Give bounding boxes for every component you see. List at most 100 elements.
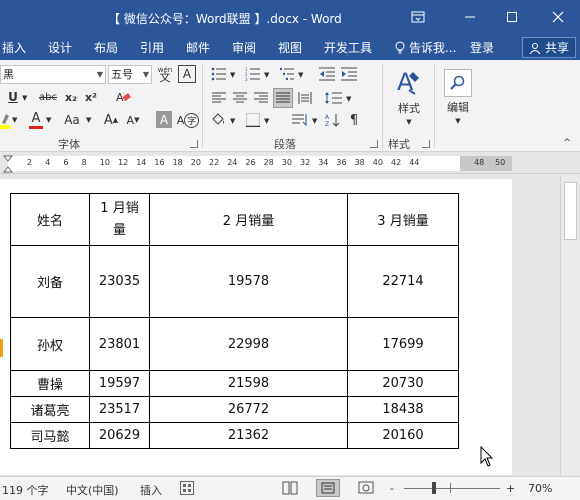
table-cell[interactable]: 21362 bbox=[149, 422, 348, 449]
collapse-ribbon-icon[interactable]: ^ bbox=[560, 138, 574, 148]
web-layout-icon[interactable] bbox=[358, 481, 374, 498]
align-left-icon[interactable] bbox=[210, 89, 228, 107]
decrease-indent-icon[interactable] bbox=[318, 65, 336, 83]
close-icon[interactable] bbox=[540, 0, 576, 34]
table-cell[interactable]: 22998 bbox=[149, 317, 348, 371]
tab-review[interactable]: 审阅 bbox=[232, 39, 256, 56]
document-page[interactable]: 姓名 1 月销量 2 月销量 3 月销量 刘备 23035 19578 2271… bbox=[0, 179, 512, 475]
ribbon-display-icon[interactable] bbox=[400, 0, 436, 34]
zoom-in-button[interactable]: + bbox=[506, 482, 515, 495]
chevron-down-icon[interactable]: ▼ bbox=[346, 95, 351, 103]
table-header-cell[interactable]: 姓名 bbox=[10, 193, 90, 246]
table-cell[interactable]: 诸葛亮 bbox=[10, 396, 90, 423]
highlight-icon[interactable] bbox=[0, 110, 10, 130]
char-shading-button[interactable]: A bbox=[156, 111, 172, 128]
sales-table[interactable]: 姓名 1 月销量 2 月销量 3 月销量 刘备 23035 19578 2271… bbox=[10, 193, 459, 449]
table-cell[interactable]: 20730 bbox=[347, 370, 459, 397]
styles-button[interactable]: A 样式 ▼ bbox=[388, 64, 430, 130]
tab-references[interactable]: 引用 bbox=[140, 39, 164, 56]
strikethrough-button[interactable]: abc bbox=[36, 88, 60, 106]
chevron-down-icon[interactable]: ▼ bbox=[46, 116, 51, 124]
table-cell[interactable]: 19597 bbox=[89, 370, 150, 397]
clear-formatting-icon[interactable]: A bbox=[114, 88, 132, 106]
font-name-combo[interactable]: 黑 ▼ bbox=[0, 65, 106, 84]
zoom-slider-track[interactable] bbox=[404, 488, 500, 489]
vertical-scrollbar[interactable] bbox=[560, 175, 580, 475]
increase-indent-icon[interactable] bbox=[340, 65, 358, 83]
chinese-layout-icon[interactable] bbox=[290, 111, 310, 129]
align-center-icon[interactable] bbox=[231, 89, 249, 107]
table-cell[interactable]: 20160 bbox=[347, 422, 459, 449]
table-cell[interactable]: 20629 bbox=[89, 422, 150, 449]
table-cell[interactable]: 刘备 bbox=[10, 245, 90, 318]
font-dialog-launcher-icon[interactable] bbox=[190, 140, 198, 148]
chevron-down-icon[interactable]: ▼ bbox=[86, 116, 91, 124]
minimize-icon[interactable] bbox=[452, 0, 488, 34]
table-cell[interactable]: 23035 bbox=[89, 245, 150, 318]
shading-bucket-icon[interactable] bbox=[208, 111, 228, 129]
table-cell[interactable]: 22714 bbox=[347, 245, 459, 318]
subscript-button[interactable]: x₂ bbox=[62, 88, 80, 106]
tab-developer[interactable]: 开发工具 bbox=[324, 39, 372, 56]
line-spacing-icon[interactable] bbox=[322, 89, 344, 107]
table-cell[interactable]: 孙权 bbox=[10, 317, 90, 371]
chevron-down-icon[interactable]: ▼ bbox=[312, 117, 317, 125]
table-cell[interactable]: 曹操 bbox=[10, 370, 90, 397]
indent-marker-icon[interactable] bbox=[3, 155, 13, 173]
font-size-combo[interactable]: 五号 ▼ bbox=[108, 65, 152, 84]
change-case-button[interactable]: Aa bbox=[60, 110, 84, 130]
table-header-cell[interactable]: 1 月销量 bbox=[89, 193, 150, 246]
table-header-cell[interactable]: 2 月销量 bbox=[149, 193, 348, 246]
login-link[interactable]: 登录 bbox=[470, 39, 494, 56]
table-cell[interactable]: 司马懿 bbox=[10, 422, 90, 449]
share-button[interactable]: 共享 bbox=[521, 37, 576, 58]
char-border-button[interactable]: A bbox=[178, 65, 196, 83]
paragraph-mark-icon[interactable]: ¶ bbox=[346, 111, 362, 129]
zoom-out-button[interactable]: - bbox=[390, 482, 394, 495]
superscript-button[interactable]: x² bbox=[82, 88, 100, 106]
phonetic-guide-button[interactable]: wén 文 bbox=[156, 64, 174, 84]
table-cell[interactable]: 19578 bbox=[149, 245, 348, 318]
styles-dialog-launcher-icon[interactable] bbox=[422, 140, 430, 148]
scrollbar-thumb[interactable] bbox=[564, 182, 577, 240]
read-mode-icon[interactable] bbox=[282, 481, 298, 498]
print-layout-icon[interactable] bbox=[316, 479, 340, 497]
chevron-down-icon[interactable]: ▼ bbox=[264, 71, 269, 79]
font-color-button[interactable]: A bbox=[28, 110, 44, 130]
bullets-icon[interactable] bbox=[210, 65, 228, 83]
grow-font-button[interactable]: A ▲ bbox=[102, 110, 120, 130]
table-cell[interactable]: 17699 bbox=[347, 317, 459, 371]
table-move-handle-icon[interactable] bbox=[0, 339, 4, 359]
tab-insert[interactable]: 插入 bbox=[2, 39, 26, 56]
chevron-down-icon[interactable]: ▼ bbox=[230, 117, 235, 125]
tab-mailings[interactable]: 邮件 bbox=[186, 39, 210, 56]
chevron-down-icon[interactable]: ▼ bbox=[298, 71, 303, 79]
insert-mode-indicator[interactable]: 插入 bbox=[140, 482, 162, 498]
maximize-icon[interactable] bbox=[494, 0, 530, 34]
macro-record-icon[interactable] bbox=[180, 481, 194, 498]
chevron-down-icon[interactable]: ▼ bbox=[22, 94, 27, 102]
distributed-icon[interactable] bbox=[296, 89, 314, 107]
tab-design[interactable]: 设计 bbox=[48, 39, 72, 56]
chevron-down-icon[interactable]: ▼ bbox=[264, 117, 269, 125]
shrink-font-button[interactable]: A ▼ bbox=[124, 110, 142, 130]
editing-button[interactable]: 编辑 ▼ bbox=[438, 64, 478, 130]
table-header-cell[interactable]: 3 月销量 bbox=[347, 193, 459, 246]
table-cell[interactable]: 23517 bbox=[89, 396, 150, 423]
tab-layout[interactable]: 布局 bbox=[94, 39, 118, 56]
paragraph-dialog-launcher-icon[interactable] bbox=[370, 140, 378, 148]
numbering-icon[interactable]: 123 bbox=[244, 65, 262, 83]
chevron-down-icon[interactable]: ▼ bbox=[230, 71, 235, 79]
tab-view[interactable]: 视图 bbox=[278, 39, 302, 56]
tell-me-search[interactable]: 告诉我... bbox=[394, 39, 456, 56]
table-cell[interactable]: 23801 bbox=[89, 317, 150, 371]
zoom-slider-thumb[interactable] bbox=[432, 482, 436, 494]
zoom-level[interactable]: 70% bbox=[528, 482, 552, 495]
word-count[interactable]: 119 个字 bbox=[2, 482, 49, 498]
language-indicator[interactable]: 中文(中国) bbox=[66, 482, 119, 498]
multilevel-list-icon[interactable] bbox=[278, 65, 296, 83]
sort-icon[interactable]: AZ bbox=[324, 111, 342, 129]
horizontal-ruler[interactable]: 2 4 6 8 10 12 14 16 18 20 22 24 26 28 30 32 34 36 38 40 42 44… bbox=[0, 153, 580, 174]
justify-icon[interactable] bbox=[273, 88, 293, 108]
borders-icon[interactable] bbox=[244, 111, 262, 129]
